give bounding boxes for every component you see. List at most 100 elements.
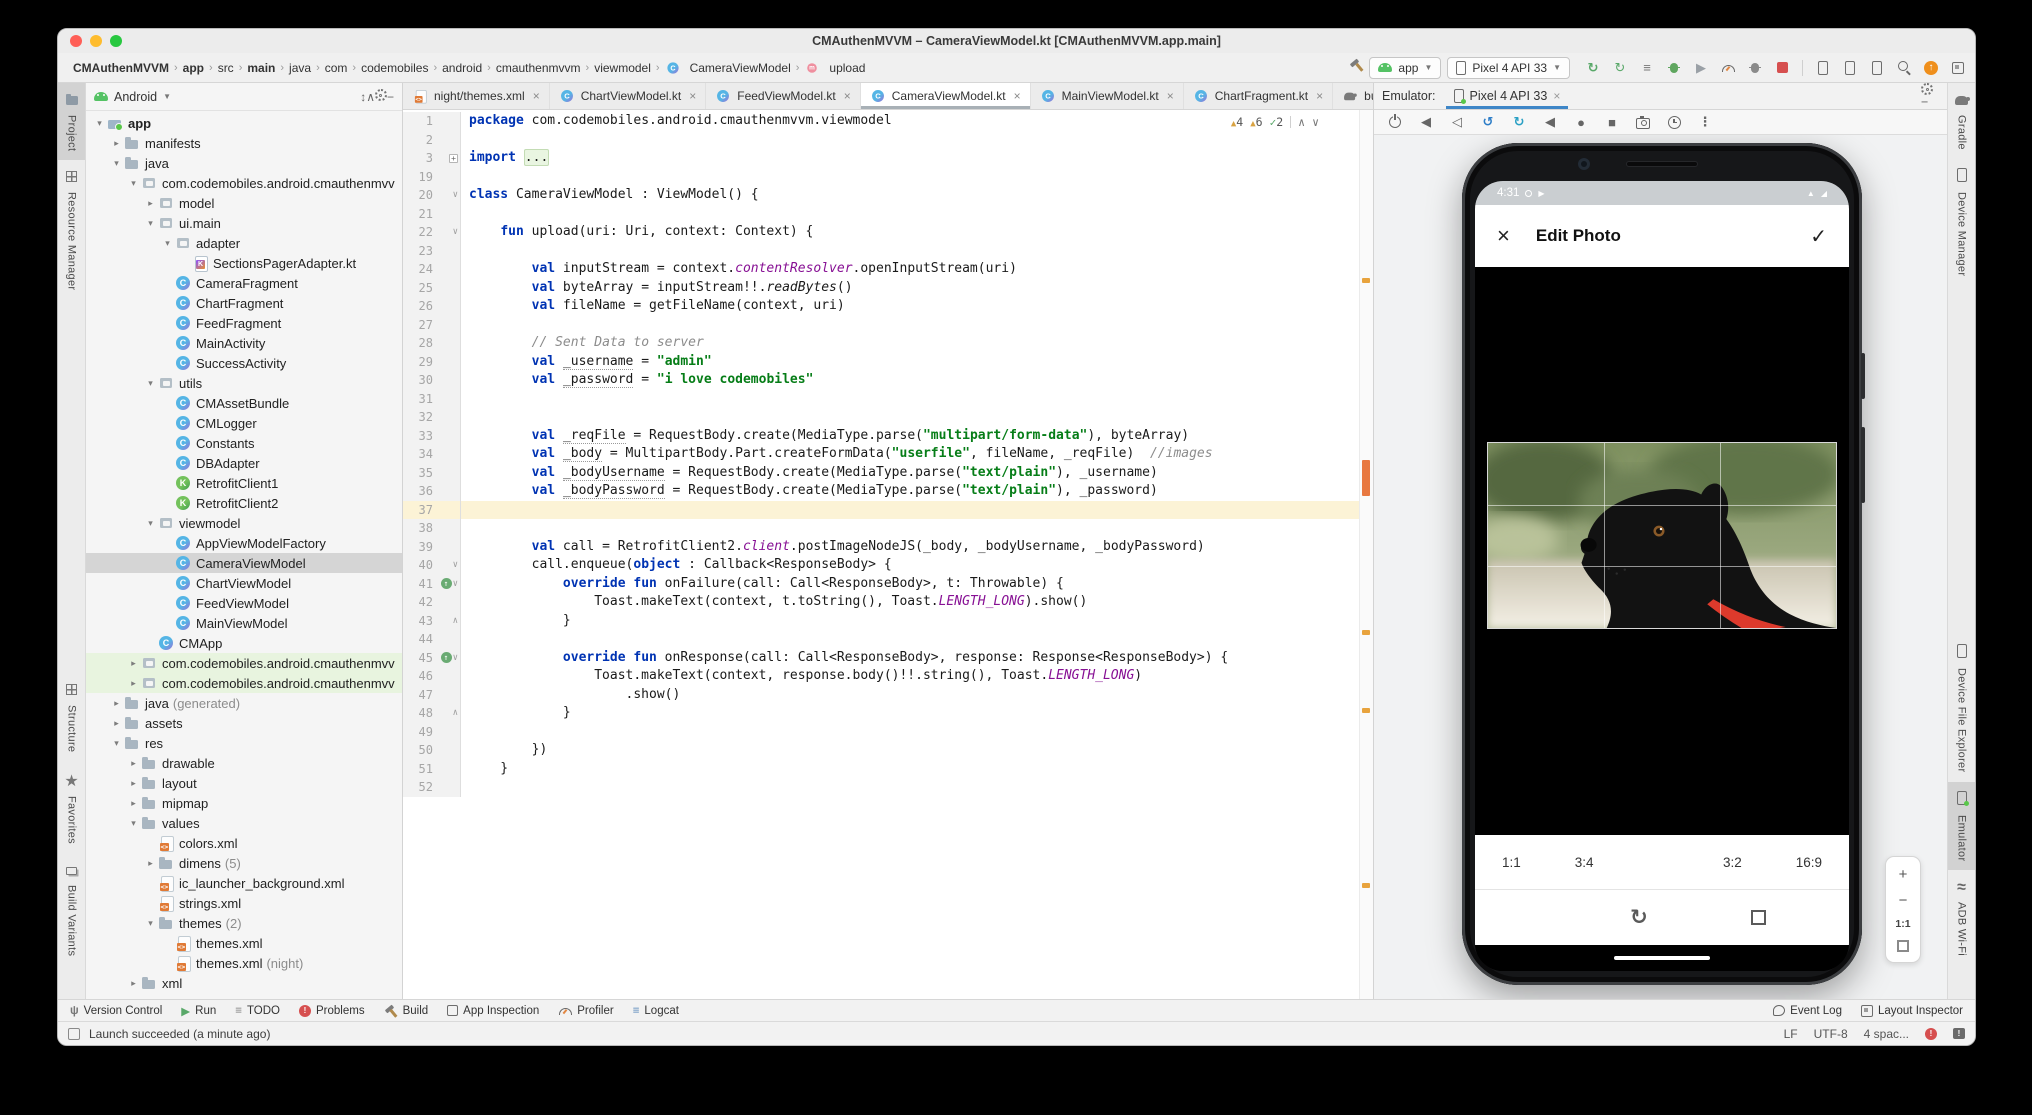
status-item-lf[interactable]: LF: [1784, 1027, 1798, 1041]
tool-stripe-button-favorites[interactable]: ★Favorites: [58, 762, 85, 853]
debug-icon[interactable]: [1667, 61, 1681, 75]
rotate-button[interactable]: ↻: [1630, 905, 1648, 930]
code-line-37[interactable]: 37: [403, 501, 1359, 520]
code-line-20[interactable]: 20∨class CameraViewModel : ViewModel() {: [403, 186, 1359, 205]
tree-item-retrofitclient1[interactable]: RetrofitClient1: [86, 473, 402, 493]
tree-toggle-icon[interactable]: ▾: [126, 178, 141, 189]
screenshot-icon[interactable]: [1636, 118, 1650, 129]
code-line-33[interactable]: 33 val _reqFile = RequestBody.create(Med…: [403, 427, 1359, 446]
tree-toggle-icon[interactable]: ▾: [143, 518, 158, 529]
tree-item-cmassetbundle[interactable]: CMAssetBundle: [86, 393, 402, 413]
settings-icon[interactable]: [1921, 83, 1933, 95]
fit-to-window-icon[interactable]: [1897, 940, 1909, 952]
next-issue-icon[interactable]: ∨: [1312, 115, 1319, 129]
code-line-45[interactable]: 45↑∨ override fun onResponse(call: Call<…: [403, 649, 1359, 668]
tree-item-themes-xml[interactable]: themes.xml: [86, 933, 402, 953]
aspect-ratio-3-4[interactable]: 3:4: [1575, 855, 1594, 870]
run-restart-icon[interactable]: ↻: [1588, 60, 1599, 76]
code-editor[interactable]: 1package com.codemobiles.android.cmauthe…: [403, 110, 1373, 999]
tool-window-button-version-control[interactable]: ψVersion Control: [70, 1005, 162, 1017]
code-line-30[interactable]: 30 val _password = "i love codemobiles": [403, 371, 1359, 390]
tree-item-manifests[interactable]: ▸manifests: [86, 133, 402, 153]
sdk-manager-icon[interactable]: [1872, 61, 1882, 75]
tool-window-button-layout-inspector[interactable]: Layout Inspector: [1861, 1005, 1963, 1017]
tree-toggle-icon[interactable]: ▸: [126, 798, 141, 809]
power-icon[interactable]: [1389, 116, 1401, 128]
tool-stripe-button-structure[interactable]: Structure: [58, 673, 85, 761]
apply-code-changes-icon[interactable]: ≡: [1643, 60, 1651, 75]
tool-stripe-button-adb-wi-fi[interactable]: ≈ADB Wi-Fi: [1948, 870, 1975, 965]
aspect-ratio-3-2[interactable]: 3:2: [1723, 855, 1742, 870]
tree-item-cmapp[interactable]: CMApp: [86, 633, 402, 653]
zoom-out-button[interactable]: −: [1899, 893, 1908, 908]
crop-region[interactable]: [1487, 442, 1837, 629]
confirm-icon[interactable]: ✓: [1810, 224, 1827, 249]
error-stripe-mark[interactable]: [1362, 630, 1370, 635]
breadcrumb-item[interactable]: upload: [801, 59, 868, 77]
tree-item-com-codemobiles-android-cmauthenmvv[interactable]: ▸com.codemobiles.android.cmauthenmvv: [86, 673, 402, 693]
tool-window-button-run[interactable]: ▶Run: [181, 1004, 216, 1018]
layout-inspector-icon[interactable]: [1952, 62, 1964, 74]
editor-tab-chartviewmodel-kt[interactable]: ChartViewModel.kt×: [550, 83, 707, 109]
tree-toggle-icon[interactable]: ▸: [109, 698, 124, 709]
breadcrumb-item[interactable]: main: [244, 60, 278, 76]
more-icon[interactable]: ⋮: [1699, 114, 1712, 130]
code-line-49[interactable]: 49: [403, 723, 1359, 742]
code-line-41[interactable]: 41↑∨ override fun onFailure(call: Call<R…: [403, 575, 1359, 594]
device-manager-icon[interactable]: [1818, 61, 1828, 75]
hide-icon[interactable]: −: [387, 90, 394, 104]
project-view-select[interactable]: Android: [114, 90, 157, 104]
tool-stripe-button-emulator[interactable]: Emulator: [1948, 782, 1975, 870]
apply-changes-icon[interactable]: ↻: [1615, 60, 1626, 76]
profile-icon[interactable]: [1721, 62, 1735, 74]
attach-debugger-icon[interactable]: [1748, 61, 1762, 75]
code-line-24[interactable]: 24 val inputStream = context.contentReso…: [403, 260, 1359, 279]
tree-toggle-icon[interactable]: ▾: [109, 158, 124, 169]
error-stripe[interactable]: [1359, 110, 1373, 999]
tree-item-com-codemobiles-android-cmauthenmvv[interactable]: ▸com.codemobiles.android.cmauthenmvv: [86, 653, 402, 673]
breadcrumb-item[interactable]: viewmodel: [591, 60, 654, 76]
code-line-27[interactable]: 27: [403, 316, 1359, 335]
close-icon[interactable]: ×: [1497, 225, 1510, 247]
code-line-29[interactable]: 29 val _username = "admin": [403, 353, 1359, 372]
tree-item-drawable[interactable]: ▸drawable: [86, 753, 402, 773]
error-stripe-mark[interactable]: [1362, 883, 1370, 888]
tree-item-xml[interactable]: ▸xml: [86, 973, 402, 993]
volume-down-icon[interactable]: ◁: [1452, 114, 1462, 130]
tree-item-feedfragment[interactable]: FeedFragment: [86, 313, 402, 333]
code-line-52[interactable]: 52: [403, 778, 1359, 797]
code-line-35[interactable]: 35 val _bodyUsername = RequestBody.creat…: [403, 464, 1359, 483]
tree-item-res[interactable]: ▾res: [86, 733, 402, 753]
breadcrumb-item[interactable]: src: [215, 60, 237, 76]
tree-item-dbadapter[interactable]: DBAdapter: [86, 453, 402, 473]
tree-toggle-icon[interactable]: ▸: [143, 198, 158, 209]
tree-toggle-icon[interactable]: ▸: [109, 718, 124, 729]
breadcrumb-item[interactable]: com: [322, 60, 351, 76]
tree-item-sectionspageradapter-kt[interactable]: SectionsPagerAdapter.kt: [86, 253, 402, 273]
code-line-19[interactable]: 19: [403, 168, 1359, 187]
tool-stripe-button-resource-manager[interactable]: Resource Manager: [58, 160, 85, 299]
tool-window-button-build[interactable]: Build: [384, 1004, 429, 1018]
target-device-select[interactable]: Pixel 4 API 33 ▼: [1447, 57, 1570, 79]
close-tab-icon[interactable]: ×: [689, 89, 696, 103]
breadcrumb-item[interactable]: android: [439, 60, 485, 76]
rotate-left-icon[interactable]: ↺: [1483, 114, 1494, 130]
code-line-48[interactable]: 48∧ }: [403, 704, 1359, 723]
hide-icon[interactable]: −: [1921, 95, 1928, 109]
tree-item-themes-xml[interactable]: themes.xml (night): [86, 953, 402, 973]
tool-stripe-button-device-manager[interactable]: Device Manager: [1948, 159, 1975, 285]
close-icon[interactable]: ×: [1553, 89, 1560, 103]
stop-icon[interactable]: [1777, 62, 1788, 73]
gradle-sync-icon[interactable]: ↑: [1924, 61, 1938, 75]
breadcrumb-item[interactable]: app: [180, 60, 207, 76]
back-icon[interactable]: ◀: [1545, 114, 1555, 130]
code-line-32[interactable]: 32: [403, 408, 1359, 427]
tool-stripe-button-gradle[interactable]: Gradle: [1948, 83, 1975, 159]
code-line-25[interactable]: 25 val byteArray = inputStream!!.readByt…: [403, 279, 1359, 298]
tree-item-adapter[interactable]: ▾adapter: [86, 233, 402, 253]
status-item-4-spac-[interactable]: 4 spac...: [1864, 1027, 1909, 1041]
rotate-right-icon[interactable]: ↻: [1514, 114, 1525, 130]
tree-item-mainactivity[interactable]: MainActivity: [86, 333, 402, 353]
code-line-34[interactable]: 34 val _body = MultipartBody.Part.create…: [403, 445, 1359, 464]
event-notification-icon[interactable]: !: [1953, 1028, 1965, 1039]
